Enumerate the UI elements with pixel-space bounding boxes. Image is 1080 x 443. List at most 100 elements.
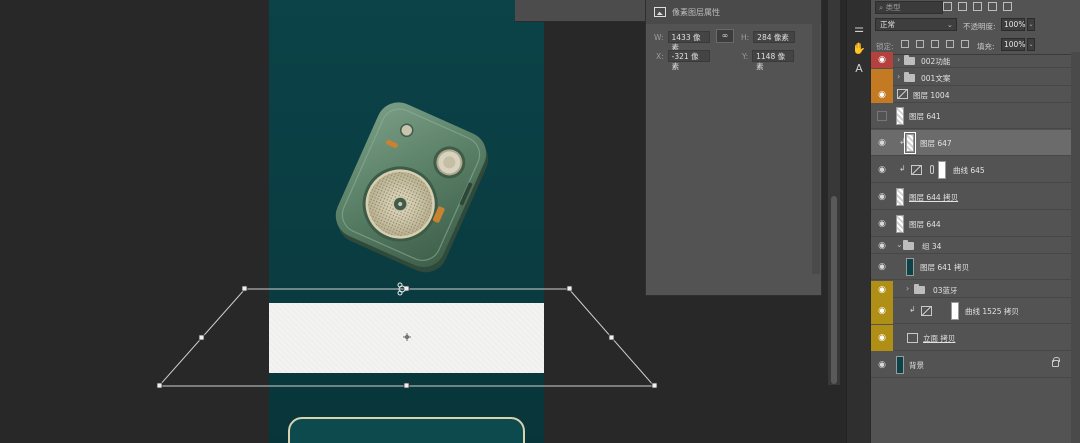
lock-pixels-icon[interactable] [916,40,924,48]
fill-label: 填充: [977,42,995,51]
folder-icon [904,55,915,65]
visibility-eye-icon[interactable]: ◉ [871,157,893,183]
layer-name: 图层 644 拷贝 [909,193,959,202]
y-label: Y: [742,51,749,61]
layer-name: 图层 644 [909,220,941,229]
layer-row-641-copy[interactable]: ◉ 图层 641 拷贝 [871,254,1071,280]
y-field[interactable]: 1148 像素 [752,50,795,71]
layer-row-641[interactable]: 图层 641 [871,103,1071,129]
frame-icon [907,333,918,343]
curves-adjustment-icon [911,165,922,175]
lock-position-icon[interactable] [931,40,939,48]
layer-filter-icons [943,2,1012,11]
filter-adjustment-icon[interactable] [958,2,967,11]
layer-row-1004[interactable]: ◉ 图层 1004 [871,86,1071,103]
layer-name: 立面 拷贝 [923,334,956,343]
height-label: H: [741,32,750,42]
x-field[interactable]: -321 像素 [667,50,710,71]
clip-arrow-icon: ↲ [899,164,906,173]
layer-name: 图层 647 [920,139,952,148]
filter-shape-icon[interactable] [988,2,997,11]
visibility-eye-icon[interactable]: ◉ [871,86,893,103]
layer-thumbnail [896,356,904,374]
layer-row-group-34[interactable]: ◉ ⌄ 组 34 [871,238,1071,254]
visibility-eye-icon[interactable]: ◉ [871,298,893,324]
layer-filter-search[interactable]: ⌕ 类型 [875,1,943,14]
lock-all-icon[interactable] [961,40,969,48]
layer-name: 组 34 [922,242,942,251]
character-icon[interactable]: A [851,62,867,76]
fill-field[interactable]: 100% [1001,38,1025,51]
chevron-down-icon[interactable]: ⌄ [896,240,903,249]
visibility-eye-icon[interactable]: ◉ [871,184,893,210]
layer-row-facade-copy[interactable]: ◉ 立面 拷贝 [871,325,1071,351]
layer-thumbnail [896,215,904,233]
chevron-right-icon[interactable]: › [897,55,900,64]
layer-name: 图层 641 拷贝 [920,263,970,272]
opacity-label: 不透明度: [963,22,996,31]
folder-open-icon [903,240,914,250]
layer-row-curves-645[interactable]: ◉ ↲ 曲线 645 [871,157,1071,183]
layer-name: 图层 1004 [913,91,950,100]
canvas-scrollbar-thumb[interactable] [831,196,837,384]
chevron-down-icon: ⌄ [946,20,953,29]
pixel-layer-icon [654,7,666,17]
chevron-right-icon[interactable]: › [897,72,900,81]
lock-artboard-icon[interactable] [946,40,954,48]
lock-transparent-icon[interactable] [901,40,909,48]
chevron-right-icon[interactable]: › [906,284,909,293]
opacity-dropdown-icon[interactable]: ⌄ [1027,18,1035,31]
filter-type-icon[interactable] [973,2,982,11]
layer-thumbnail [906,258,914,276]
layer-name: 曲线 645 [953,166,985,175]
x-label: X: [656,51,664,61]
layer-name: 图层 641 [909,112,941,121]
layer-row-644-copy[interactable]: ◉ 图层 644 拷贝 [871,184,1071,210]
panel-tool-strip: ⚌ ✋ A [846,0,870,443]
visibility-eye-icon[interactable] [871,69,893,86]
visibility-eye-icon[interactable] [871,103,893,129]
lock-icon [1052,357,1060,367]
filter-smart-icon[interactable] [1003,2,1012,11]
link-icon[interactable]: ∞ [716,29,734,43]
layer-row-background[interactable]: ◉ 背景 [871,352,1071,378]
y-row: Y: 1148 像素 [742,50,795,71]
visibility-eye-icon[interactable]: ◉ [871,130,893,156]
layer-row-03-bluetooth[interactable]: ◉ › 03蓝牙 [871,281,1071,298]
layer-name: 03蓝牙 [933,286,958,295]
visibility-eye-icon[interactable]: ◉ [871,211,893,237]
visibility-eye-icon[interactable]: ◉ [871,238,893,254]
layer-row-002-function[interactable]: ◉ › 002功能 [871,52,1071,68]
lock-icons [901,40,969,48]
width-field[interactable]: 1433 像素 [667,31,710,52]
visibility-eye-icon[interactable]: ◉ [871,254,893,280]
filter-pixel-icon[interactable] [943,2,952,11]
blend-mode-select[interactable]: 正常 ⌄ [875,18,957,31]
visibility-eye-icon[interactable]: ◉ [871,281,893,298]
height-field[interactable]: 284 像素 [753,31,796,43]
clip-arrow-icon: ↲ [899,137,906,146]
layer-mask-thumbnail [938,161,946,179]
link-chain-icon [930,165,934,174]
layer-row-curves-1525-copy[interactable]: ◉ ↲ 曲线 1525 拷贝 [871,298,1071,324]
layer-row-001-copy[interactable]: › 001文案 [871,69,1071,86]
fill-dropdown-icon[interactable]: ⌄ [1027,38,1035,51]
blend-mode-value: 正常 [880,20,895,29]
layer-row-644[interactable]: ◉ 图层 644 [871,211,1071,237]
visibility-eye-icon[interactable]: ◉ [871,325,893,351]
folder-icon [914,284,925,294]
search-placeholder: 类型 [885,3,901,12]
adjust-icon[interactable]: ⚌ [851,22,867,36]
layer-thumbnail [904,132,916,154]
properties-title: 像素图层属性 [672,7,720,17]
layer-thumbnail [896,188,904,206]
visibility-eye-icon[interactable]: ◉ [871,352,893,378]
brush-settings-icon[interactable]: ✋ [851,42,867,56]
visibility-eye-icon[interactable]: ◉ [871,52,893,68]
properties-scrollbar[interactable] [812,24,820,274]
layers-scrollbar[interactable] [1071,52,1080,443]
width-label: W: [654,32,664,42]
width-row: W: 1433 像素 [654,31,710,52]
opacity-field[interactable]: 100% [1001,18,1025,31]
layer-row-647-selected[interactable]: ◉ ↲ 图层 647 [871,130,1071,156]
